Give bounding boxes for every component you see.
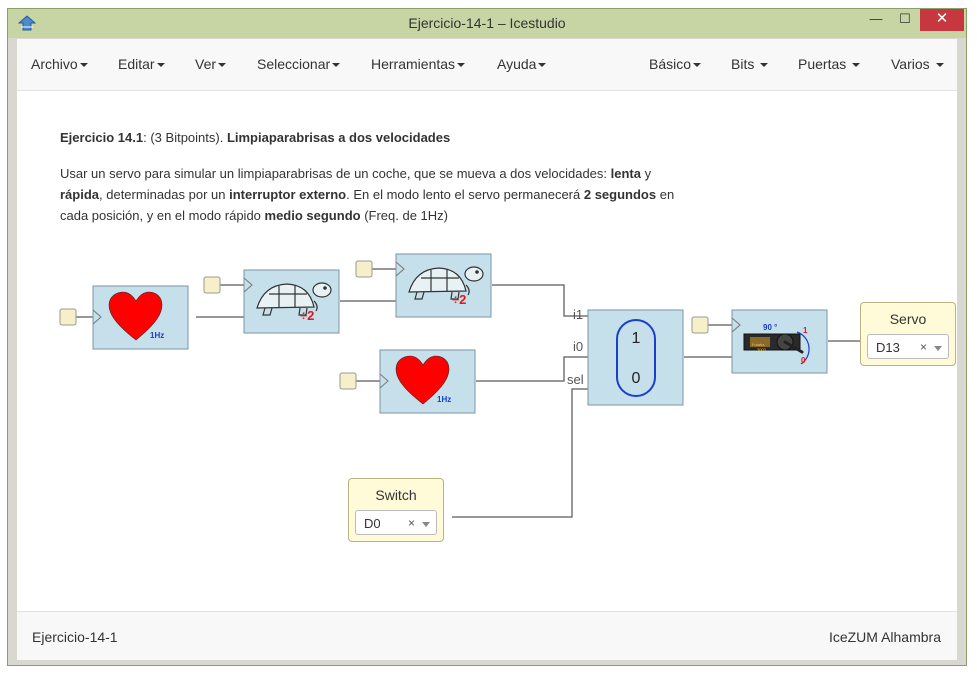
multiplexer-block[interactable]: 1 0 [587, 309, 684, 406]
servo-title: Servo [889, 311, 927, 327]
servo-zero-label: 0 [801, 356, 806, 365]
close-button[interactable]: ✕ [920, 9, 964, 31]
clock-pin-3[interactable] [355, 260, 373, 278]
circuit-canvas[interactable]: 1Hz 1Hz ÷2 ÷2 1 0 Futaba 3003 90 ° 1 0 [17, 39, 957, 609]
board-name[interactable]: IceZUM Alhambra [829, 629, 941, 645]
switch-input-block[interactable]: Switch D0 × [348, 478, 444, 542]
freq-label: 1Hz [437, 395, 451, 404]
port-label-sel: sel [567, 372, 584, 387]
clock-pin-5[interactable] [691, 316, 709, 334]
divider-turtle-block-1[interactable]: ÷2 [243, 269, 340, 334]
port-label-i0: i0 [573, 339, 584, 354]
divisor-label: ÷2 [452, 292, 466, 307]
heartbeat-block-top[interactable]: 1Hz [92, 285, 189, 350]
clear-icon[interactable]: × [920, 340, 927, 354]
chevron-down-icon[interactable] [934, 346, 942, 351]
clock-pin-1[interactable] [59, 308, 77, 326]
clear-icon[interactable]: × [408, 516, 415, 530]
clock-pin-2[interactable] [203, 276, 221, 294]
servo-pin-value: D13 [876, 340, 900, 355]
servo-angle-label: 90 ° [763, 323, 777, 332]
window-title: Ejercicio-14-1 – Icestudio [408, 15, 566, 31]
heartbeat-block-bottom[interactable]: 1Hz [379, 349, 476, 414]
freq-label: 1Hz [150, 331, 164, 340]
servo-output-block[interactable]: Servo D13 × [860, 302, 956, 366]
port-label-i1: i1 [573, 307, 584, 322]
switch-pin-value: D0 [364, 516, 381, 531]
servo-one-label: 1 [803, 326, 808, 335]
divider-turtle-block-2[interactable]: ÷2 [395, 253, 492, 318]
status-bar: Ejercicio-14-1 IceZUM Alhambra [17, 611, 957, 660]
switch-title: Switch [375, 487, 417, 503]
project-name: Ejercicio-14-1 [32, 629, 118, 645]
maximize-button[interactable]: ☐ [892, 9, 918, 31]
chevron-down-icon[interactable] [422, 522, 430, 527]
servo-model: 3003 [757, 347, 767, 352]
title-bar[interactable]: Ejercicio-14-1 – Icestudio — ☐ ✕ [8, 9, 966, 38]
divisor-label: ÷2 [300, 308, 314, 323]
app-window: Ejercicio-14-1 – Icestudio — ☐ ✕ Archivo… [7, 8, 967, 666]
minimize-button[interactable]: — [863, 9, 889, 31]
clock-pin-4[interactable] [339, 372, 357, 390]
mux-input-0-label: 0 [632, 370, 641, 387]
switch-pin-select[interactable]: D0 × [355, 510, 437, 535]
servo-block[interactable]: Futaba 3003 90 ° 1 0 [731, 309, 828, 374]
mux-input-1-label: 1 [632, 330, 641, 347]
servo-pin-select[interactable]: D13 × [867, 334, 949, 359]
client-area: Archivo Editar Ver Seleccionar Herramien… [17, 39, 957, 660]
